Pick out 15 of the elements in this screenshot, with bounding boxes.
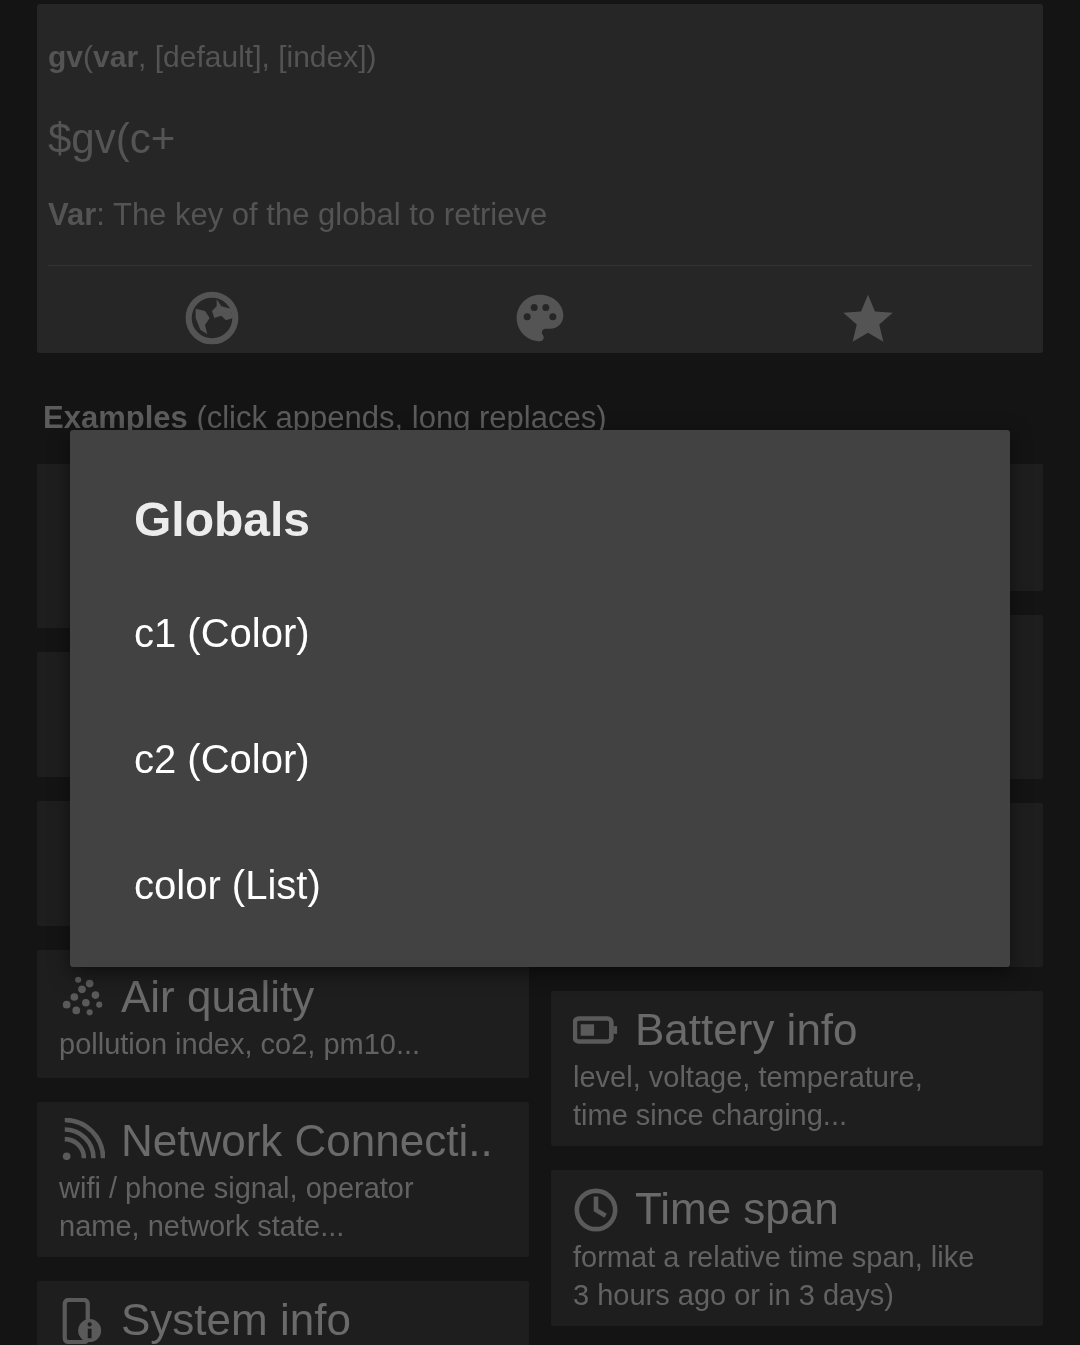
card-title: System info: [121, 1295, 351, 1345]
card-title: Network Connecti..: [121, 1115, 493, 1167]
card-title: Air quality: [121, 971, 315, 1023]
card-subtitle: level, voltage, temperature, time since charging...: [573, 1060, 924, 1133]
card-title: Battery info: [635, 1004, 858, 1056]
card-subtitle: wifi / phone signal, operator name, network state...: [59, 1171, 415, 1244]
dialog-option[interactable]: c2 (Color): [134, 696, 310, 822]
dialog-title: Globals: [134, 492, 312, 548]
dialog-option[interactable]: c1 (Color): [134, 570, 310, 696]
clock-icon: [573, 1186, 619, 1233]
card-subtitle: format a relative time span, like 3 hours ago or in 3 days): [573, 1240, 976, 1313]
dialog-option[interactable]: color (List): [134, 822, 321, 948]
card-subtitle: pollution index, co2, pm10...: [59, 1027, 422, 1063]
card-title: Time span: [635, 1184, 839, 1236]
globe-button[interactable]: [184, 289, 240, 346]
